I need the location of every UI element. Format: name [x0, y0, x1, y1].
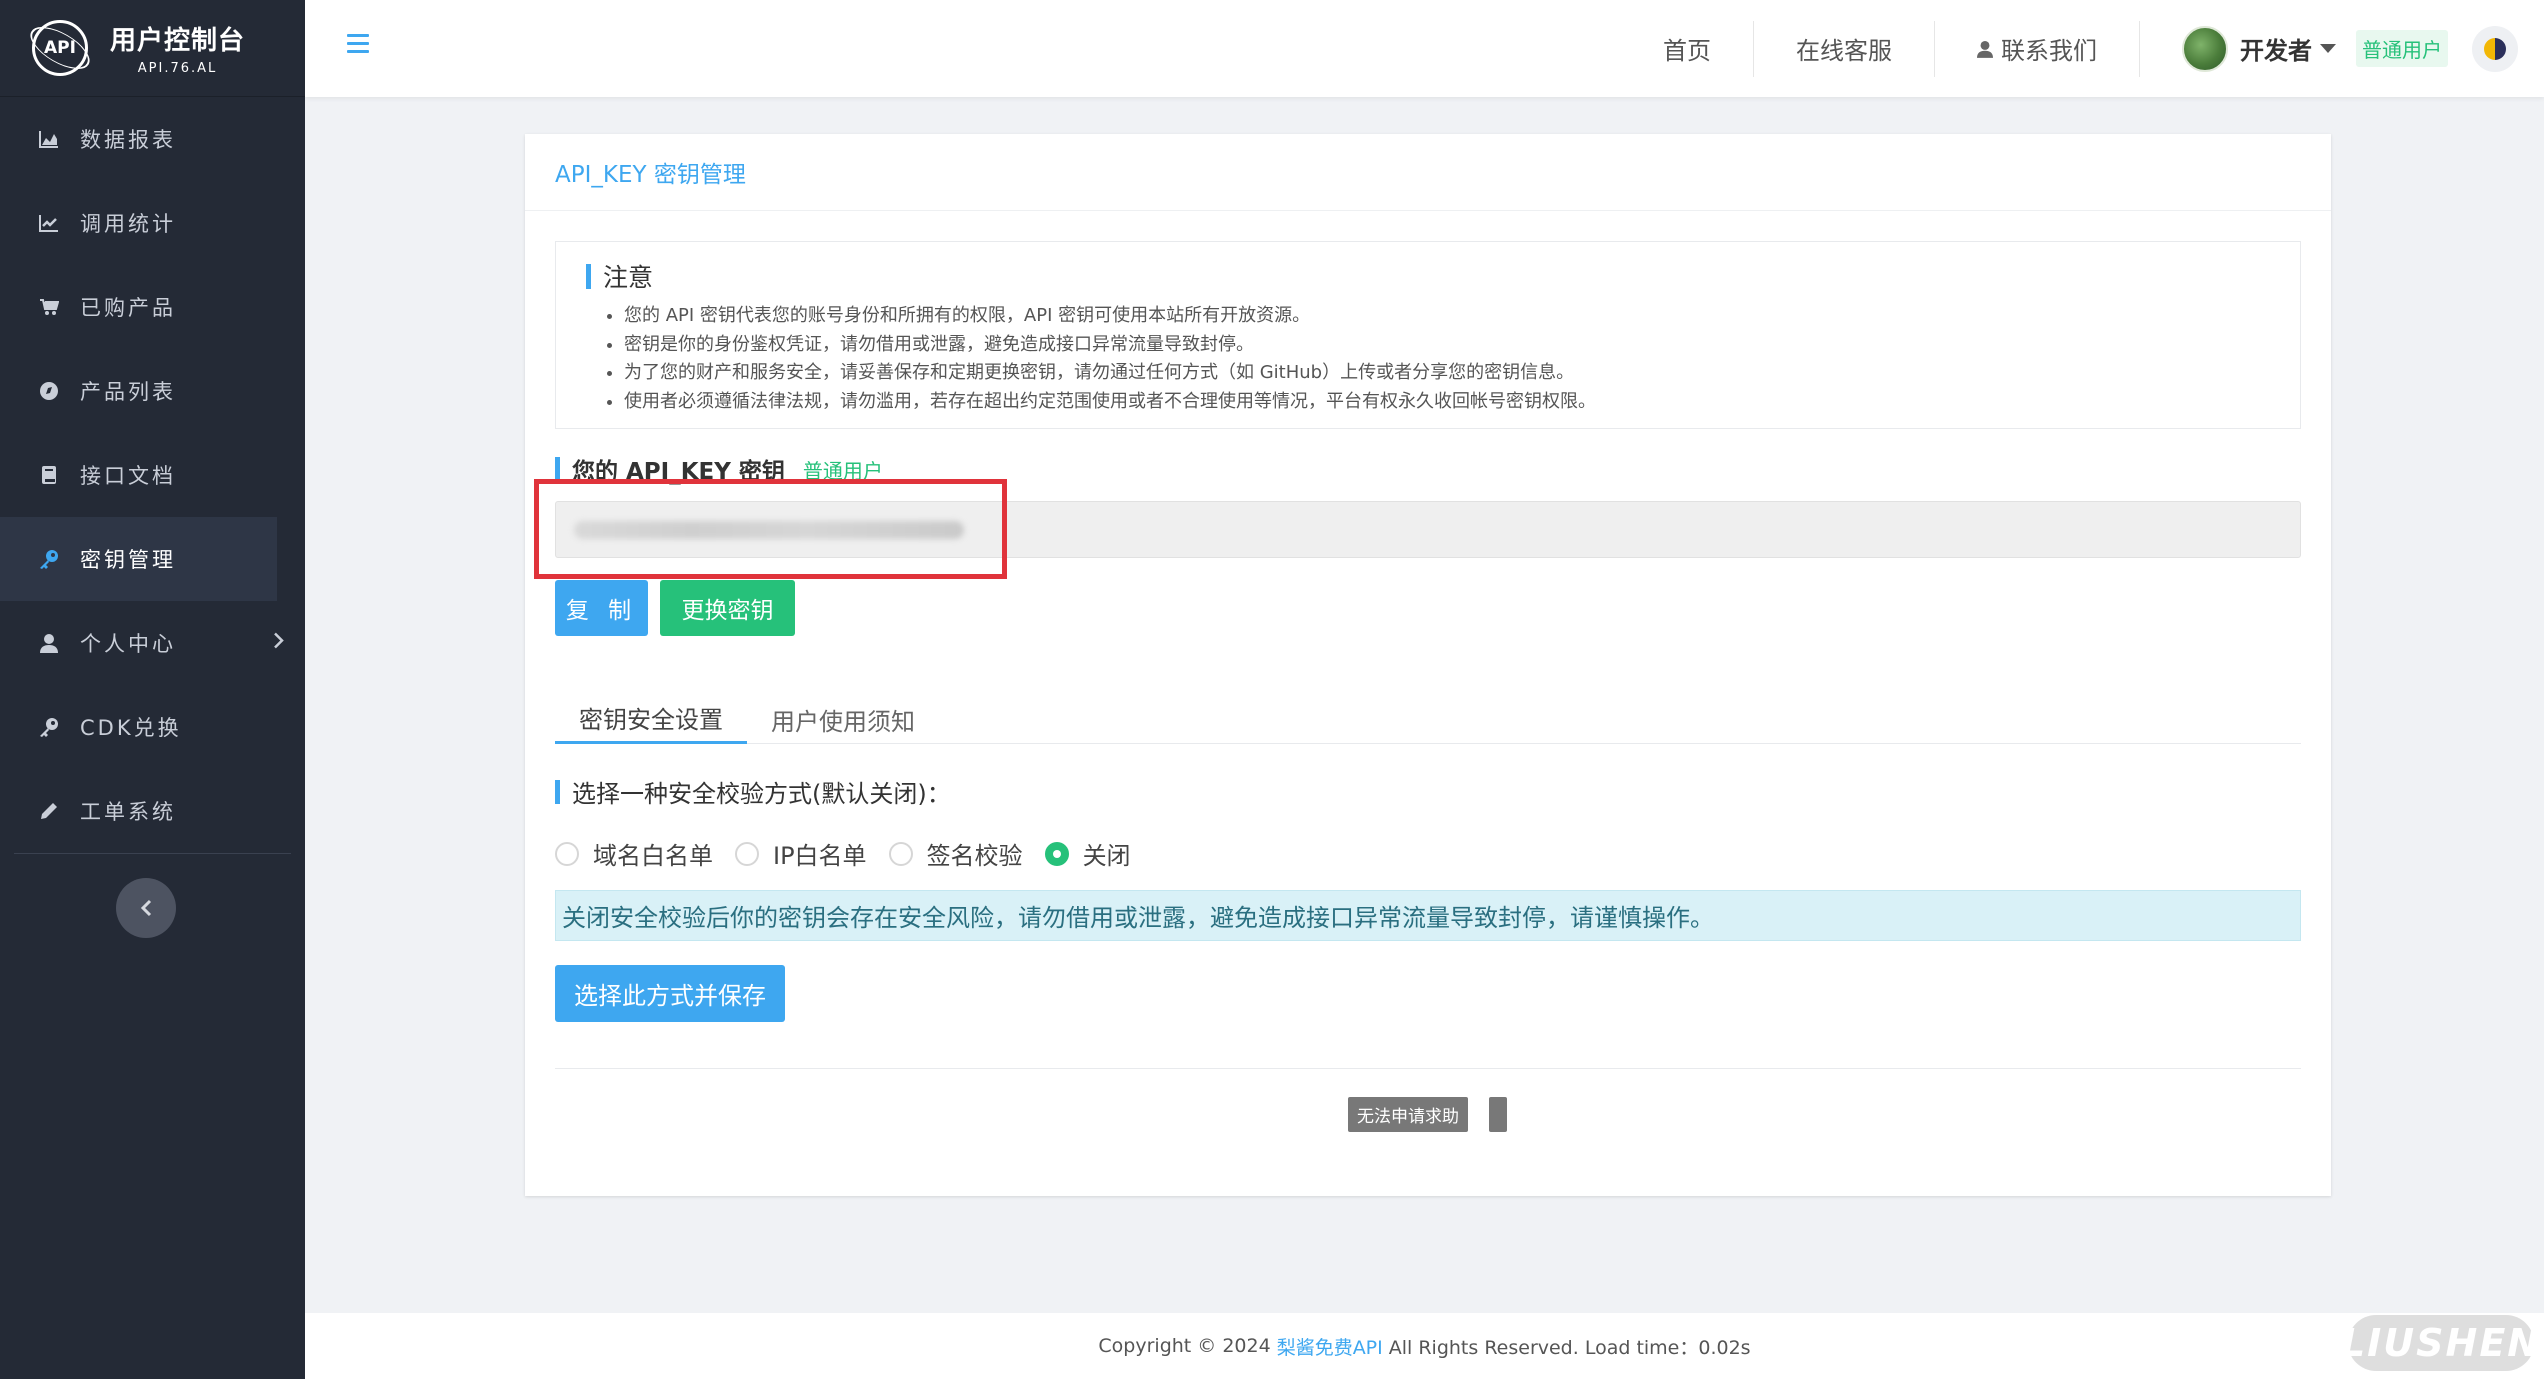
sidebar-item-label: 已购产品 — [80, 296, 176, 320]
theme-toggle-button[interactable] — [2472, 25, 2518, 72]
brand-title: 用户控制台 — [110, 26, 246, 56]
sidebar-item-data-report[interactable]: 数据报表 — [0, 97, 305, 181]
chevron-right-icon — [273, 631, 285, 656]
sidebar-item-key-management[interactable]: 密钥管理 — [0, 517, 277, 601]
radio-label: 关闭 — [1082, 842, 1131, 870]
user-name: 开发者 — [2240, 37, 2312, 65]
theme-icon — [2484, 37, 2506, 60]
highlight-annotation — [534, 479, 1007, 579]
top-nav: 首页 在线客服 联系我们 开发者 普通用户 — [1621, 0, 2544, 97]
security-method-label: 选择一种安全校验方式(默认关闭)： — [555, 774, 951, 809]
security-warning-alert: 关闭安全校验后你的密钥会存在安全风险，请勿借用或泄露，避免造成接口异常流量导致封… — [555, 890, 2301, 941]
security-method-radios: 域名白名单 IP白名单 签名校验 关闭 — [555, 836, 1153, 871]
pencil-icon — [38, 800, 60, 822]
api-key-card: API_KEY 密钥管理 注意 您的 API 密钥代表您的账号身份和所拥有的权限… — [525, 134, 2331, 1196]
brand[interactable]: API 用户控制台 API.76.AL — [0, 0, 305, 97]
notice-box: 注意 您的 API 密钥代表您的账号身份和所拥有的权限，API 密钥可使用本站所… — [555, 241, 2301, 429]
sidebar-item-call-stats[interactable]: 调用统计 — [0, 181, 305, 265]
user-icon — [1977, 40, 1993, 58]
sidebar-item-label: 密钥管理 — [80, 548, 176, 572]
tab-usage-notice[interactable]: 用户使用须知 — [747, 694, 939, 744]
radio-signature[interactable]: 签名校验 — [888, 836, 1023, 871]
brand-subtitle: API.76.AL — [137, 61, 218, 76]
nav-link-online-support[interactable]: 在线客服 — [1754, 20, 1935, 77]
api-logo-icon: API — [32, 20, 88, 76]
key-icon — [38, 548, 60, 570]
sidebar-item-product-list[interactable]: 产品列表 — [0, 349, 305, 433]
caret-down-icon — [2320, 44, 2336, 53]
notice-list: 您的 API 密钥代表您的账号身份和所拥有的权限，API 密钥可使用本站所有开放… — [586, 302, 2300, 416]
line-chart-icon — [38, 212, 60, 234]
change-key-button[interactable]: 更换密钥 — [660, 580, 795, 636]
notice-item: 使用者必须遵循法律法规，请勿滥用，若存在超出约定范围使用或者不合理使用等情况，平… — [624, 388, 2300, 417]
sidebar-item-label: 接口文档 — [80, 464, 176, 488]
sidebar-item-label: 调用统计 — [80, 212, 176, 236]
sidebar-item-label: 产品列表 — [80, 380, 176, 404]
notice-item: 您的 API 密钥代表您的账号身份和所拥有的权限，API 密钥可使用本站所有开放… — [624, 302, 2300, 331]
tab-key-security[interactable]: 密钥安全设置 — [555, 694, 747, 744]
sidebar-item-purchased[interactable]: 已购产品 — [0, 265, 305, 349]
sidebar: API 用户控制台 API.76.AL 数据报表 调用统计 已购产品 产品列表 … — [0, 0, 305, 1379]
radio-label: 签名校验 — [926, 842, 1023, 870]
copy-key-button[interactable]: 复 制 — [555, 580, 648, 636]
sidebar-divider — [14, 853, 291, 854]
sidebar-item-label: 数据报表 — [80, 128, 176, 152]
sidebar-nav: 数据报表 调用统计 已购产品 产品列表 接口文档 密钥管理 个人中心 CDK兑换… — [0, 97, 305, 853]
avatar — [2182, 25, 2228, 72]
notice-item: 为了您的财产和服务安全，请妥善保存和定期更换密钥，请勿通过任何方式（如 GitH… — [624, 359, 2300, 388]
footer: Copyright © 2024 梨酱免费API All Rights Rese… — [305, 1313, 2544, 1379]
sidebar-item-label: CDK兑换 — [80, 716, 182, 740]
settings-tabs: 密钥安全设置 用户使用须知 — [555, 694, 2301, 744]
chevron-left-icon — [140, 899, 152, 917]
notice-item: 密钥是你的身份鉴权凭证，请勿借用或泄露，避免造成接口异常流量导致封停。 — [624, 331, 2300, 360]
compass-icon — [38, 380, 60, 402]
sidebar-item-api-docs[interactable]: 接口文档 — [0, 433, 305, 517]
user-level-badge: 普通用户 — [2356, 30, 2448, 67]
nav-link-contact-label: 联系我们 — [2001, 37, 2097, 65]
radio-label: IP白名单 — [773, 842, 867, 870]
cart-icon — [38, 296, 60, 318]
radio-label: 域名白名单 — [593, 842, 713, 870]
nav-link-contact[interactable]: 联系我们 — [1935, 20, 2140, 77]
watermark-logo: LIUSHEN — [2341, 1315, 2539, 1371]
user-menu[interactable]: 开发者 普通用户 — [2140, 0, 2544, 97]
user-icon — [38, 632, 60, 654]
sidebar-item-label: 个人中心 — [80, 632, 176, 656]
save-method-button[interactable]: 选择此方式并保存 — [555, 965, 785, 1022]
notice-title: 注意 — [586, 258, 2300, 294]
radio-ip-whitelist[interactable]: IP白名单 — [735, 836, 867, 871]
book-icon — [38, 464, 60, 486]
sidebar-item-personal-center[interactable]: 个人中心 — [0, 601, 305, 685]
notice-title-text: 注意 — [603, 263, 654, 292]
radio-off[interactable]: 关闭 — [1044, 836, 1131, 871]
footer-rights: All Rights Reserved. Load time：0.02s — [1388, 1336, 1751, 1359]
security-method-label-text: 选择一种安全校验方式(默认关闭)： — [572, 780, 951, 808]
area-chart-icon — [38, 128, 60, 150]
brand-text: 用户控制台 API.76.AL — [110, 20, 245, 76]
footer-site-link[interactable]: 梨酱免费API — [1277, 1333, 1383, 1360]
radio-domain-whitelist[interactable]: 域名白名单 — [555, 836, 713, 871]
menu-toggle-icon[interactable] — [347, 34, 369, 54]
card-title: API_KEY 密钥管理 — [555, 162, 746, 188]
divider — [555, 1068, 2301, 1069]
key-icon — [38, 716, 60, 738]
help-toggle[interactable] — [1489, 1097, 1507, 1132]
sidebar-item-ticket-system[interactable]: 工单系统 — [0, 769, 305, 853]
nav-link-home[interactable]: 首页 — [1621, 20, 1754, 77]
collapse-sidebar-button[interactable] — [116, 878, 176, 938]
help-request-button[interactable]: 无法申请求助 — [1348, 1097, 1468, 1132]
sidebar-item-label: 工单系统 — [80, 800, 176, 824]
footer-copyright: Copyright © 2024 — [1098, 1335, 1271, 1357]
top-header: 首页 在线客服 联系我们 开发者 普通用户 — [305, 0, 2544, 97]
card-header: API_KEY 密钥管理 — [525, 134, 2331, 211]
sidebar-item-cdk-redeem[interactable]: CDK兑换 — [0, 685, 305, 769]
